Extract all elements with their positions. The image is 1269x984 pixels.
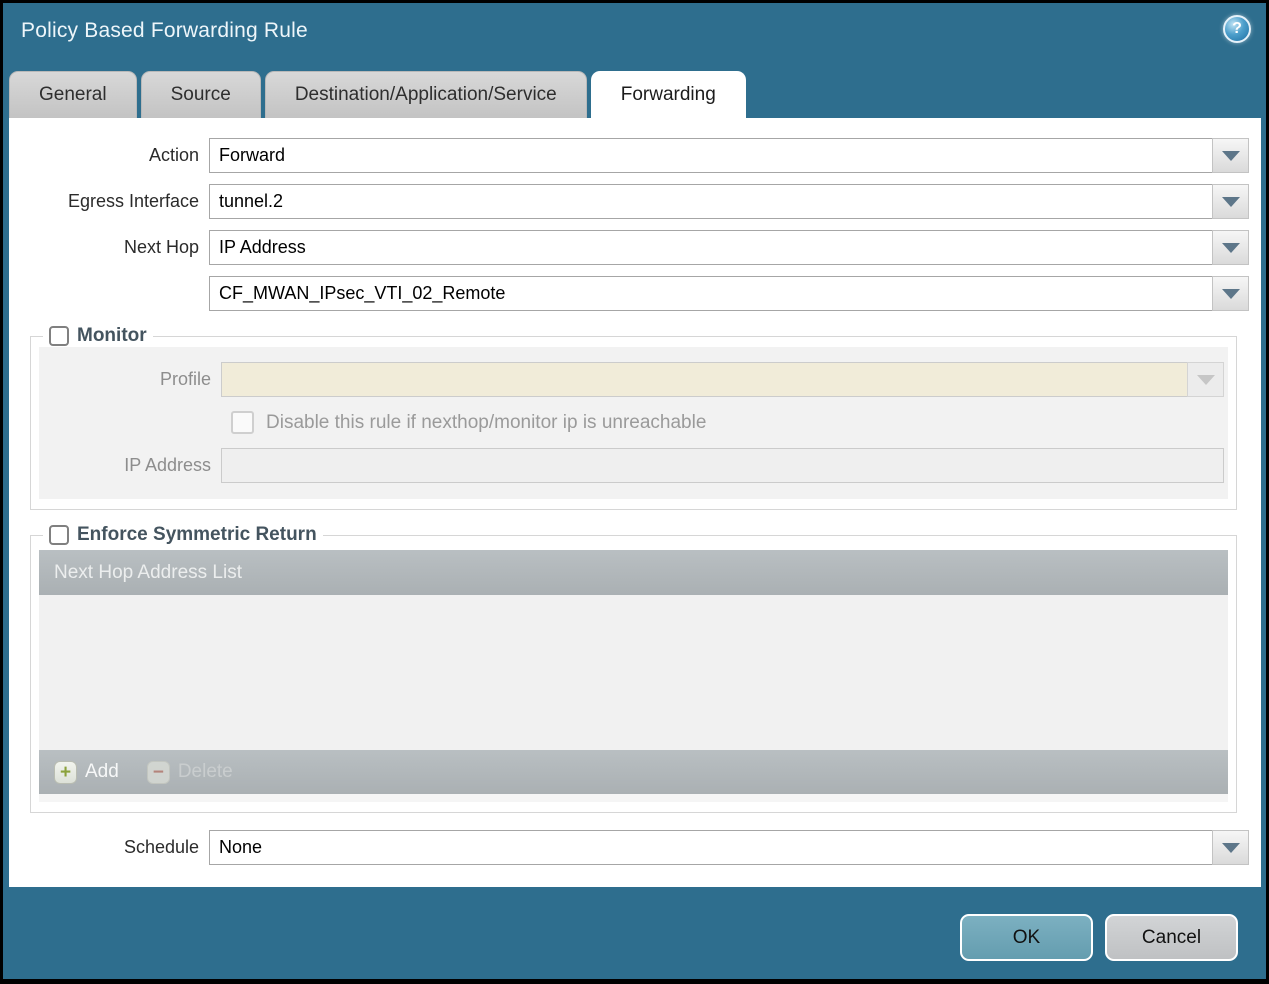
chevron-down-icon	[1221, 150, 1240, 161]
egress-interface-value[interactable]: tunnel.2	[209, 184, 1212, 219]
table-bottom-strip	[39, 794, 1228, 802]
profile-label: Profile	[159, 369, 211, 389]
egress-interface-label: Egress Interface	[67, 191, 199, 211]
plus-icon: +	[54, 760, 77, 784]
schedule-label: Schedule	[123, 837, 199, 857]
next-hop-type-value[interactable]: IP Address	[209, 230, 1212, 265]
egress-interface-row: Egress Interface tunnel.2	[9, 184, 1249, 219]
monitor-ip-address-input	[221, 448, 1224, 483]
delete-button: − Delete	[146, 760, 233, 784]
next-hop-address-value[interactable]: CF_MWAN_IPsec_VTI_02_Remote	[209, 276, 1212, 311]
enforce-symmetric-return-checkbox[interactable]	[49, 525, 69, 545]
delete-button-label: Delete	[177, 761, 233, 782]
next-hop-type-select: IP Address	[209, 230, 1249, 265]
next-hop-type-dropdown-button[interactable]	[1212, 230, 1249, 265]
schedule-dropdown-button[interactable]	[1212, 830, 1249, 865]
symmetric-return-legend-label: Enforce Symmetric Return	[77, 524, 317, 545]
disable-rule-checkbox-label: Disable this rule if nexthop/monitor ip …	[266, 411, 707, 433]
ok-button[interactable]: OK	[960, 914, 1093, 961]
chevron-down-icon	[1221, 288, 1240, 299]
minus-icon: −	[146, 760, 170, 784]
dialog-frame: Policy Based Forwarding Rule ? General S…	[3, 3, 1266, 979]
dialog-title: Policy Based Forwarding Rule	[21, 19, 308, 42]
schedule-row: Schedule None	[9, 830, 1249, 865]
schedule-select: None	[209, 830, 1249, 865]
next-hop-type-row: Next Hop IP Address	[9, 230, 1249, 265]
monitor-section: Monitor Profile Disable this rule if nex…	[30, 325, 1237, 510]
action-label: Action	[148, 145, 199, 165]
action-row: Action Forward	[9, 138, 1249, 173]
profile-dropdown-button	[1187, 362, 1224, 397]
disable-rule-checkbox	[231, 411, 254, 434]
action-value[interactable]: Forward	[209, 138, 1212, 173]
next-hop-address-list-table: Next Hop Address List + Add − Delete	[39, 550, 1228, 802]
monitor-panel: Profile Disable this rule if nexthop/mon…	[39, 347, 1228, 499]
next-hop-address-select: CF_MWAN_IPsec_VTI_02_Remote	[209, 276, 1249, 311]
monitor-legend: Monitor	[43, 325, 153, 347]
next-hop-address-row: CF_MWAN_IPsec_VTI_02_Remote	[9, 276, 1249, 311]
monitor-ip-address-row: IP Address	[39, 448, 1228, 483]
next-hop-address-list-body	[39, 595, 1228, 750]
tab-panel-forwarding: Action Forward Egress Interface tunnel.2…	[9, 118, 1261, 887]
next-hop-address-dropdown-button[interactable]	[1212, 276, 1249, 311]
help-icon[interactable]: ?	[1223, 15, 1251, 43]
monitor-ip-address-label: IP Address	[124, 455, 211, 475]
profile-select	[221, 362, 1224, 397]
tab-destination-application-service[interactable]: Destination/Application/Service	[264, 71, 587, 118]
monitor-legend-label: Monitor	[77, 325, 147, 346]
chevron-down-icon	[1221, 196, 1240, 207]
monitor-checkbox[interactable]	[49, 326, 69, 346]
egress-interface-select: tunnel.2	[209, 184, 1249, 219]
next-hop-address-list-header: Next Hop Address List	[39, 550, 1228, 595]
profile-value	[221, 362, 1187, 397]
chevron-down-icon	[1221, 242, 1240, 253]
chevron-down-icon	[1221, 842, 1240, 853]
next-hop-address-list-footer: + Add − Delete	[39, 750, 1228, 794]
tab-bar: General Source Destination/Application/S…	[9, 71, 746, 118]
add-button[interactable]: + Add	[54, 760, 119, 784]
tab-forwarding[interactable]: Forwarding	[590, 71, 746, 118]
chevron-down-icon	[1196, 374, 1215, 385]
symmetric-return-section: Enforce Symmetric Return Next Hop Addres…	[30, 524, 1237, 813]
action-select: Forward	[209, 138, 1249, 173]
tab-source[interactable]: Source	[140, 71, 261, 118]
next-hop-label: Next Hop	[123, 237, 199, 257]
symmetric-return-legend: Enforce Symmetric Return	[43, 524, 323, 546]
schedule-value[interactable]: None	[209, 830, 1212, 865]
action-dropdown-button[interactable]	[1212, 138, 1249, 173]
add-button-label: Add	[85, 761, 119, 782]
egress-interface-dropdown-button[interactable]	[1212, 184, 1249, 219]
profile-row: Profile	[39, 362, 1228, 397]
cancel-button[interactable]: Cancel	[1105, 914, 1238, 961]
dialog-footer: OK Cancel	[960, 914, 1238, 961]
disable-rule-row: Disable this rule if nexthop/monitor ip …	[231, 411, 1228, 434]
tab-general[interactable]: General	[9, 71, 137, 118]
